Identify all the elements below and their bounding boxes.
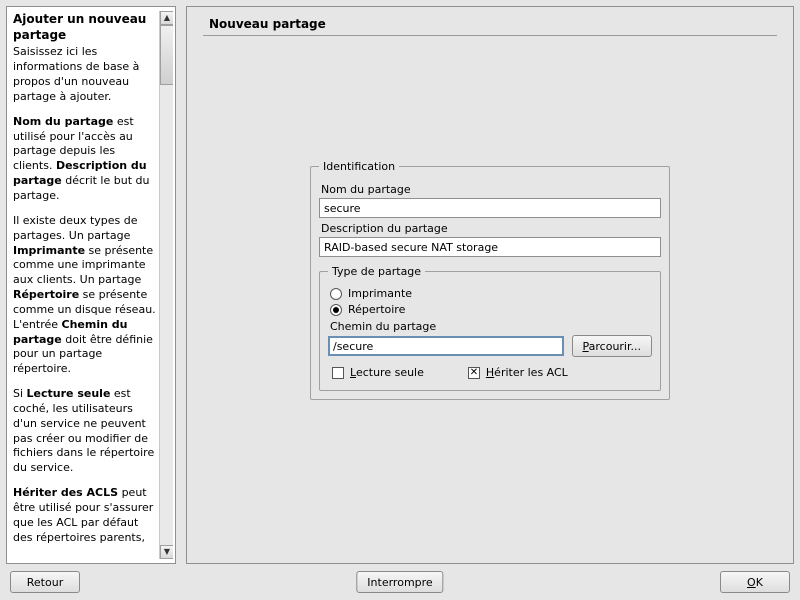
help-term-name: Nom du partage (13, 115, 113, 128)
ok-button[interactable]: OK (720, 571, 790, 593)
readonly-checkbox-row[interactable]: Lecture seule (332, 366, 424, 379)
scroll-track[interactable] (160, 25, 173, 545)
help-text: Ajouter un nouveau partage Saisissez ici… (13, 11, 159, 559)
readonly-label: Lecture seule (350, 366, 424, 379)
identification-group: Identification Nom du partage Descriptio… (310, 160, 670, 400)
scroll-up-icon[interactable]: ▲ (160, 11, 173, 25)
share-type-group: Type de partage Imprimante Répertoire Ch… (319, 265, 661, 391)
share-name-input[interactable] (319, 198, 661, 218)
help-panel: Ajouter un nouveau partage Saisissez ici… (6, 6, 176, 564)
form-area: Identification Nom du partage Descriptio… (310, 160, 670, 410)
title-divider (203, 35, 777, 36)
share-desc-label: Description du partage (321, 222, 661, 235)
help-term-readonly: Lecture seule (27, 387, 111, 400)
radio-printer-row[interactable]: Imprimante (330, 287, 650, 300)
inherit-acl-label: Hériter les ACL (486, 366, 568, 379)
share-path-input[interactable] (328, 336, 564, 356)
main-panel: Nouveau partage Identification Nom du pa… (186, 6, 794, 564)
inherit-acl-checkbox-row[interactable]: ✕ Hériter les ACL (468, 366, 568, 379)
help-scrollbar[interactable]: ▲ ▼ (159, 11, 173, 559)
share-name-label: Nom du partage (321, 183, 661, 196)
readonly-checkbox[interactable] (332, 367, 344, 379)
help-term-acl: Hériter des ACLS (13, 486, 118, 499)
radio-printer-label: Imprimante (348, 287, 412, 300)
scroll-down-icon[interactable]: ▼ (160, 545, 173, 559)
share-path-label: Chemin du partage (330, 320, 652, 333)
scroll-thumb[interactable] (160, 25, 173, 85)
abort-button[interactable]: Interrompre (356, 571, 443, 593)
page-title: Nouveau partage (203, 17, 777, 35)
back-button[interactable]: Retour (10, 571, 80, 593)
share-desc-input[interactable] (319, 237, 661, 257)
help-term-directory: Répertoire (13, 288, 79, 301)
radio-printer[interactable] (330, 288, 342, 300)
identification-legend: Identification (319, 160, 399, 173)
share-type-legend: Type de partage (328, 265, 425, 278)
help-title: Ajouter un nouveau partage (13, 11, 157, 43)
radio-directory[interactable] (330, 304, 342, 316)
button-bar: Retour Interrompre OK (0, 570, 800, 600)
radio-directory-label: Répertoire (348, 303, 405, 316)
browse-button[interactable]: Parcourir... (572, 335, 653, 357)
radio-directory-row[interactable]: Répertoire (330, 303, 650, 316)
help-term-printer: Imprimante (13, 244, 85, 257)
inherit-acl-checkbox[interactable]: ✕ (468, 367, 480, 379)
help-intro: Saisissez ici les informations de base à… (13, 45, 139, 103)
